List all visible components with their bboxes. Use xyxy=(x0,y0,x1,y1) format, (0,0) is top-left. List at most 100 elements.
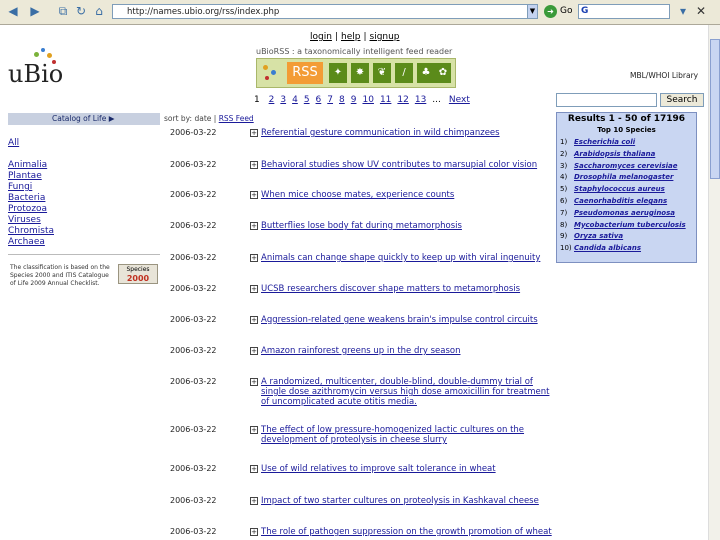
expand-icon[interactable]: + xyxy=(250,347,258,355)
category-bacteria[interactable]: Bacteria xyxy=(8,193,54,204)
google-search-input[interactable]: G xyxy=(578,4,670,19)
forward-icon[interactable]: ▶ xyxy=(26,4,44,19)
close-icon[interactable]: ✕ xyxy=(692,4,710,19)
rss-banner[interactable]: RSS ✦ ✸ ❦ / ♣ ✿ xyxy=(256,58,456,88)
species-link[interactable]: Mycobacterium tuberculosis xyxy=(574,221,686,229)
page-link[interactable]: 6 xyxy=(316,95,322,105)
feed-date: 2006-03-22 xyxy=(170,160,217,169)
page-link[interactable]: 11 xyxy=(380,95,391,105)
species-link[interactable]: Drosophila melanogaster xyxy=(574,173,673,181)
expand-icon[interactable]: + xyxy=(250,254,258,262)
next-page-link[interactable]: Next xyxy=(449,95,470,105)
back-icon[interactable]: ◀ xyxy=(4,4,22,19)
signup-link[interactable]: signup xyxy=(370,32,400,42)
scrollbar-thumb[interactable] xyxy=(710,39,720,179)
leaf-icon: ❦ xyxy=(373,63,391,83)
feed-title-link[interactable]: The effect of low pressure-homogenized l… xyxy=(261,425,557,445)
category-list: All Animalia Plantae Fungi Bacteria Protozoa V… xyxy=(8,138,54,248)
species-link[interactable]: Escherichia coli xyxy=(574,138,635,146)
category-archaea[interactable]: Archaea xyxy=(8,237,54,248)
expand-icon[interactable]: + xyxy=(250,316,258,324)
species-item: 7) Pseudomonas aeruginosa xyxy=(560,209,675,218)
expand-icon[interactable]: + xyxy=(250,497,258,505)
page-link[interactable]: 9 xyxy=(351,95,357,105)
species-rank: 9) xyxy=(560,232,568,241)
go-button[interactable]: Go xyxy=(560,5,572,18)
feed-title-link[interactable]: When mice choose mates, experience count… xyxy=(261,190,557,200)
species-link[interactable]: Oryza sativa xyxy=(574,232,623,240)
page-current: 1 xyxy=(254,95,260,105)
search-input[interactable] xyxy=(556,93,657,107)
home-icon[interactable]: ⌂ xyxy=(90,4,108,19)
search-button[interactable]: Search xyxy=(660,93,704,107)
category-protozoa[interactable]: Protozoa xyxy=(8,204,54,215)
expand-icon[interactable]: + xyxy=(250,378,258,386)
badge-top: Species xyxy=(126,266,150,273)
ubio-logo[interactable]: uBio xyxy=(8,48,78,88)
species-rank: 3) xyxy=(560,161,568,170)
species-item: 2) Arabidopsis thaliana xyxy=(560,150,655,159)
page-link[interactable]: 3 xyxy=(280,95,286,105)
feed-title-link[interactable]: Behavioral studies show UV contributes t… xyxy=(261,160,557,170)
feed-title-link[interactable]: Amazon rainforest greens up in the dry s… xyxy=(261,346,557,356)
history-icon[interactable]: ⧉ xyxy=(54,4,72,19)
species-link[interactable]: Caenorhabditis elegans xyxy=(574,197,667,205)
address-bar[interactable]: http://names.ubio.org/rss/index.php xyxy=(112,4,538,19)
species-link[interactable]: Saccharomyces cerevisiae xyxy=(574,162,678,170)
page-link[interactable]: 5 xyxy=(304,95,310,105)
category-viruses[interactable]: Viruses xyxy=(8,215,54,226)
feed-title-link[interactable]: Aggression-related gene weakens brain's … xyxy=(261,315,557,325)
species-link[interactable]: Staphylococcus aureus xyxy=(574,185,665,193)
category-all[interactable]: All xyxy=(8,138,54,149)
expand-icon[interactable]: + xyxy=(250,129,258,137)
expand-icon[interactable]: + xyxy=(250,426,258,434)
species-rank: 1) xyxy=(560,138,568,146)
expand-icon[interactable]: + xyxy=(250,222,258,230)
rss-feed-link[interactable]: RSS Feed xyxy=(219,114,254,123)
logo-dot xyxy=(34,52,39,57)
page-link[interactable]: 7 xyxy=(327,95,333,105)
logo-dot xyxy=(265,76,269,80)
go-icon[interactable]: ➜ xyxy=(544,5,557,18)
help-link[interactable]: help xyxy=(341,32,360,42)
feed-title-link[interactable]: The role of pathogen suppression on the … xyxy=(261,527,557,537)
login-link[interactable]: login xyxy=(310,32,332,42)
species-rank: 2) xyxy=(560,149,568,158)
category-plantae[interactable]: Plantae xyxy=(8,171,54,182)
expand-icon[interactable]: + xyxy=(250,191,258,199)
expand-icon[interactable]: + xyxy=(250,465,258,473)
species-link[interactable]: Arabidopsis thaliana xyxy=(574,150,655,158)
category-fungi[interactable]: Fungi xyxy=(8,182,54,193)
feed-title-link[interactable]: Animals can change shape quickly to keep… xyxy=(261,253,557,263)
affiliation[interactable]: MBL/WHOI Library xyxy=(630,71,698,80)
feed-title-link[interactable]: UCSB researchers discover shape matters … xyxy=(261,284,557,294)
page-link[interactable]: 12 xyxy=(397,95,408,105)
page-link[interactable]: 8 xyxy=(339,95,345,105)
logo-dot xyxy=(263,65,268,70)
category-chromista[interactable]: Chromista xyxy=(8,226,54,237)
feed-title-link[interactable]: A randomized, multicenter, double-blind,… xyxy=(261,377,557,407)
species-link[interactable]: Candida albicans xyxy=(574,244,641,252)
category-animalia[interactable]: Animalia xyxy=(8,160,54,171)
page-link[interactable]: 13 xyxy=(415,95,426,105)
expand-icon[interactable]: + xyxy=(250,161,258,169)
feed-title-link[interactable]: Impact of two starter cultures on proteo… xyxy=(261,496,557,506)
address-dropdown-icon[interactable]: ▼ xyxy=(527,4,538,19)
results-panel: Results 1 - 50 of 17196 Top 10 Species 1… xyxy=(556,112,697,263)
refresh-icon[interactable]: ↻ xyxy=(72,4,90,19)
feed-title-link[interactable]: Use of wild relatives to improve salt to… xyxy=(261,464,557,474)
search-options-icon[interactable]: ▾ xyxy=(674,4,692,19)
feed-title-link[interactable]: Butterflies lose body fat during metamor… xyxy=(261,221,557,231)
species-link[interactable]: Pseudomonas aeruginosa xyxy=(574,209,675,217)
feed-date: 2006-03-22 xyxy=(170,346,217,355)
feed-title-link[interactable]: Referential gesture communication in wil… xyxy=(261,128,557,138)
expand-icon[interactable]: + xyxy=(250,285,258,293)
page-link[interactable]: 4 xyxy=(292,95,298,105)
species2000-logo[interactable]: Species 2000 xyxy=(118,264,158,284)
page-link[interactable]: 2 xyxy=(269,95,275,105)
catalog-of-life-header[interactable]: Catalog of Life ▶ xyxy=(8,113,160,125)
page-scrollbar[interactable] xyxy=(708,25,720,540)
page-link[interactable]: 10 xyxy=(362,95,373,105)
expand-icon[interactable]: + xyxy=(250,528,258,536)
logo-dot xyxy=(41,48,45,52)
